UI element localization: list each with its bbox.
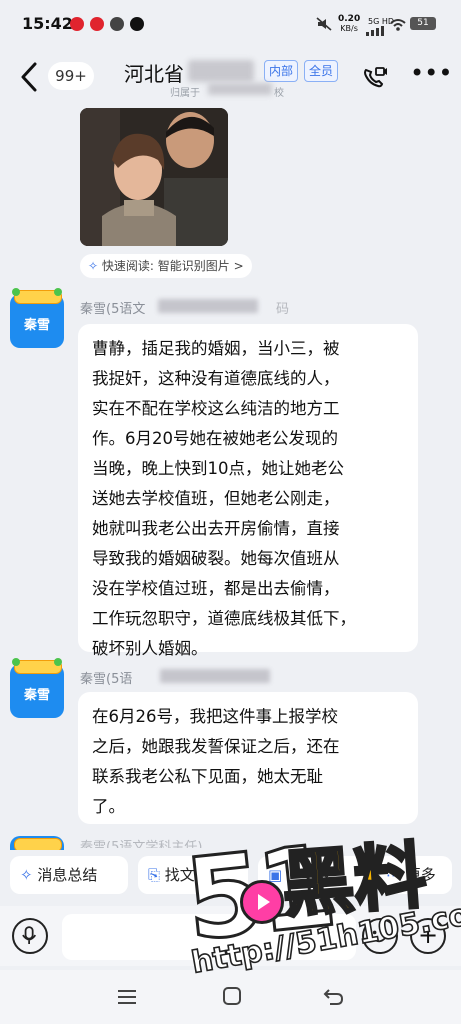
subtitle-suffix: 校 <box>274 88 284 99</box>
signal-bars-icon <box>366 26 384 36</box>
wifi-icon <box>390 19 406 31</box>
network-speed: 0.20 KB/s <box>338 14 361 34</box>
shared-photo[interactable] <box>80 108 228 246</box>
redacted-sender-part <box>158 299 258 313</box>
message-bubble[interactable]: 在6月26号，我把这件事上报学校 之后，她跟我发誓保证之后，还在 联系我老公私下… <box>78 692 418 824</box>
quick-action-label: 消息总结 <box>37 866 98 884</box>
message-bubble[interactable]: 曹静，插足我的婚姻，当小三，被 我捉奸，这种没有道德底线的人， 实在不配在学校这… <box>78 324 418 658</box>
menu-icon[interactable] <box>116 988 138 1006</box>
avatar-text: 秦雪 <box>23 318 50 333</box>
sparkle-icon: ✧ <box>20 866 33 884</box>
avatar[interactable]: 秦雪 <box>10 288 64 348</box>
battery-indicator: 51 <box>410 17 436 30</box>
sender-suffix: 码 <box>276 302 290 317</box>
mute-icon <box>316 17 332 31</box>
message-app-icon <box>110 17 124 31</box>
doc-search-icon: ⎘ <box>148 866 161 884</box>
video-call-button[interactable] <box>362 66 388 90</box>
redacted-subtitle-part <box>208 83 272 95</box>
sparkle-icon: ✧ <box>88 259 99 273</box>
tag-internal: 内部 <box>264 60 299 82</box>
network-speed-value: 0.20 <box>338 14 361 24</box>
voice-input-button[interactable] <box>12 918 48 954</box>
quick-read-chip[interactable]: ✧ 快速阅读: 智能识别图片 > <box>80 254 252 278</box>
back-nav-icon[interactable] <box>322 986 344 1006</box>
status-time: 15:42 <box>22 14 73 33</box>
quick-read-label: 快速阅读: 智能识别图片 > <box>101 259 244 273</box>
avatar-leaf-left <box>12 658 20 666</box>
weibo-app-icon <box>70 17 84 31</box>
avatar[interactable]: 秦雪 <box>10 658 64 718</box>
sender-name: 秦雪(5语文 <box>80 302 146 317</box>
avatar-leaf-right <box>54 288 62 296</box>
sender-name: 秦雪(5语 <box>80 672 133 687</box>
status-bar: 15:42 0.20 KB/s 5G HD 51 <box>0 0 461 44</box>
tag-all-members: 全员 <box>304 60 339 82</box>
more-options-button[interactable]: ••• <box>410 61 452 88</box>
avatar-text: 秦雪 <box>23 688 50 703</box>
avatar-leaf-right <box>54 658 62 666</box>
avatar-leaf-left <box>12 288 20 296</box>
subtitle-prefix: 归属于 <box>170 88 200 99</box>
netease-app-icon <box>90 17 104 31</box>
watermark-play-icon <box>240 880 284 924</box>
home-icon[interactable] <box>222 986 242 1006</box>
unread-count-badge[interactable]: 99+ <box>48 62 94 90</box>
message-summary-chip[interactable]: ✧ 消息总结 <box>10 856 128 894</box>
redacted-title-part <box>188 60 254 82</box>
tiktok-app-icon <box>130 17 144 31</box>
network-speed-unit: KB/s <box>340 24 358 33</box>
chat-title[interactable]: 河北省 <box>124 58 184 87</box>
back-button[interactable] <box>16 60 42 94</box>
redacted-sender-part <box>160 669 270 683</box>
